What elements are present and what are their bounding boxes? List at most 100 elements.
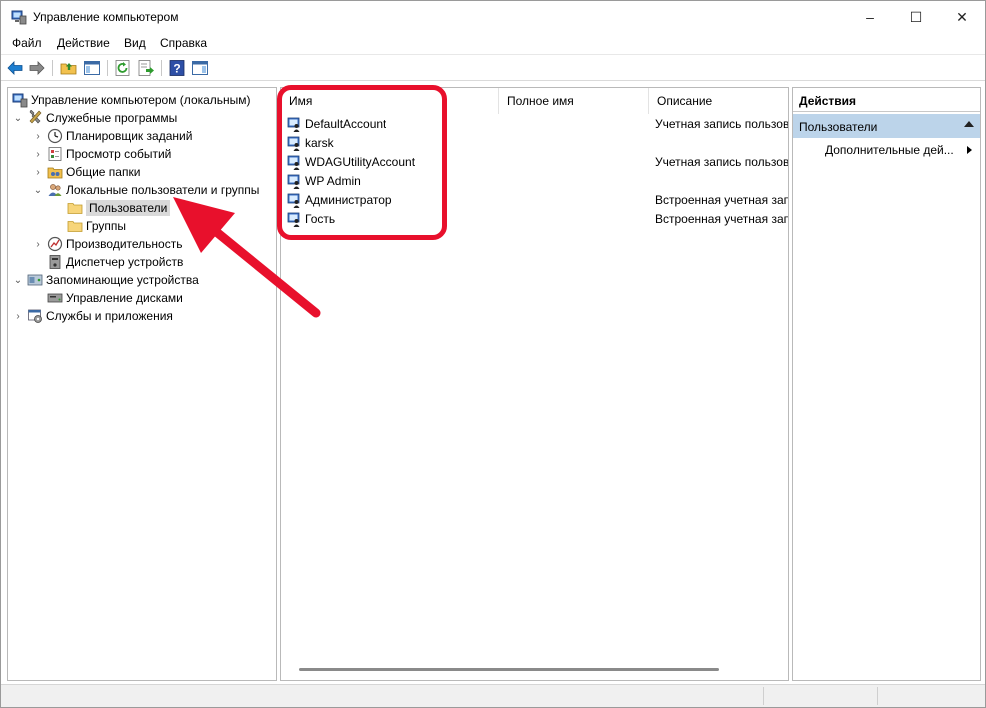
tree-label: Пользователи	[86, 200, 171, 216]
column-header-name[interactable]: Имя	[281, 88, 499, 114]
tree-item-storage[interactable]: ⌄ Запоминающие устройства	[12, 271, 199, 289]
shared-folder-icon	[47, 167, 63, 179]
chevron-right-icon[interactable]: ›	[12, 310, 24, 322]
menu-bar: Файл Действие Вид Справка	[1, 33, 985, 53]
show-hide-action-pane-icon[interactable]	[191, 59, 209, 77]
tree-label: Управление компьютером (локальным)	[31, 93, 251, 107]
export-list-icon[interactable]	[137, 59, 155, 77]
tree-label: Локальные пользователи и группы	[66, 183, 260, 197]
tree-item-users[interactable]: Пользователи	[67, 199, 171, 217]
chevron-right-icon[interactable]: ›	[32, 130, 44, 142]
user-icon	[287, 174, 300, 189]
performance-icon	[47, 236, 63, 252]
more-actions-item[interactable]: Дополнительные дей...	[793, 140, 980, 160]
user-description: Встроенная учетная запи	[655, 212, 788, 226]
column-header-full-name[interactable]: Полное имя	[499, 88, 649, 114]
tree-root[interactable]: Управление компьютером (локальным)	[12, 91, 251, 109]
users-list: Имя Полное имя Описание DefaultAccount У…	[280, 87, 789, 681]
minimize-button[interactable]: –	[847, 1, 893, 33]
user-icon	[287, 193, 300, 208]
show-hide-tree-icon[interactable]	[83, 59, 101, 77]
table-row[interactable]: WDAGUtilityAccount Учетная запись пользо…	[281, 153, 788, 172]
chevron-right-icon[interactable]: ›	[32, 148, 44, 160]
user-name: WDAGUtilityAccount	[305, 155, 416, 169]
toolbar-separator	[107, 60, 108, 76]
user-name: DefaultAccount	[305, 117, 387, 131]
chevron-down-icon[interactable]: ⌄	[12, 274, 24, 286]
table-row[interactable]: Гость Встроенная учетная запи	[281, 210, 788, 229]
tree-label: Управление дисками	[66, 291, 183, 305]
tree-label: Запоминающие устройства	[46, 273, 199, 287]
tools-icon	[29, 110, 42, 124]
user-description: Встроенная учетная запи	[655, 193, 788, 207]
tree-item-shared-folders[interactable]: › Общие папки	[32, 163, 140, 181]
toolbar-separator	[161, 60, 162, 76]
computer-management-icon	[12, 93, 28, 108]
actions-section-label: Пользователи	[799, 120, 878, 134]
user-icon	[287, 117, 300, 132]
user-name: karsk	[305, 136, 334, 150]
tree-item-system-tools[interactable]: ⌄ Служебные программы	[12, 109, 177, 127]
tree-label: Служебные программы	[46, 111, 178, 125]
table-row[interactable]: Администратор Встроенная учетная запи	[281, 191, 788, 210]
menu-action[interactable]: Действие	[57, 36, 110, 50]
tree-item-groups[interactable]: Группы	[67, 217, 126, 235]
chevron-down-icon[interactable]: ⌄	[12, 112, 24, 124]
tree-item-device-manager[interactable]: Диспетчер устройств	[47, 253, 183, 271]
up-folder-icon[interactable]	[60, 59, 78, 77]
tree-item-local-users-groups[interactable]: ⌄ Локальные пользователи и группы	[32, 181, 260, 199]
user-icon	[287, 155, 300, 170]
actions-header: Действия	[793, 88, 980, 112]
user-description: Учетная запись пользов	[655, 155, 788, 169]
tree-item-performance[interactable]: › Производительность	[32, 235, 182, 253]
column-header-description[interactable]: Описание	[649, 88, 788, 114]
svg-text:?: ?	[173, 62, 180, 76]
status-segment	[877, 687, 985, 705]
collapse-arrow-icon[interactable]	[964, 121, 974, 127]
close-icon: ✕	[956, 8, 968, 25]
chevron-right-icon[interactable]: ›	[32, 166, 44, 178]
tree-item-event-viewer[interactable]: › Просмотр событий	[32, 145, 171, 163]
tree-item-task-scheduler[interactable]: › Планировщик заданий	[32, 127, 192, 145]
title-bar: Управление компьютером – ☐ ✕	[1, 1, 985, 33]
disk-management-icon	[47, 293, 63, 303]
folder-icon	[67, 221, 83, 232]
maximize-button[interactable]: ☐	[893, 1, 939, 33]
forward-icon[interactable]	[28, 59, 46, 77]
menu-file[interactable]: Файл	[12, 36, 42, 50]
window-title: Управление компьютером	[33, 10, 179, 24]
menu-help[interactable]: Справка	[160, 36, 207, 50]
folder-icon	[67, 203, 83, 214]
users-group-icon	[48, 184, 62, 196]
menu-view[interactable]: Вид	[124, 36, 146, 50]
close-button[interactable]: ✕	[939, 1, 985, 33]
tree-label: Службы и приложения	[46, 309, 173, 323]
minimize-icon: –	[866, 9, 874, 25]
table-row[interactable]: WP Admin	[281, 172, 788, 191]
services-icon	[28, 309, 42, 323]
toolbar: ?	[1, 54, 985, 81]
help-icon[interactable]: ?	[168, 59, 186, 77]
back-icon[interactable]	[6, 59, 24, 77]
tree-label: Общие папки	[66, 165, 141, 179]
user-name: Администратор	[305, 193, 392, 207]
tree-label: Диспетчер устройств	[66, 255, 184, 269]
actions-section-users[interactable]: Пользователи	[793, 114, 980, 138]
status-segment	[763, 687, 877, 705]
more-actions-label: Дополнительные дей...	[825, 143, 954, 157]
actions-pane: Действия Пользователи Дополнительные дей…	[792, 87, 981, 681]
device-manager-icon	[49, 255, 61, 269]
horizontal-scrollbar[interactable]	[299, 668, 719, 671]
user-icon	[287, 136, 300, 151]
tree-item-services-apps[interactable]: › Службы и приложения	[12, 307, 173, 325]
chevron-right-icon[interactable]: ›	[32, 238, 44, 250]
table-row[interactable]: DefaultAccount Учетная запись пользов	[281, 115, 788, 134]
tree-label: Производительность	[66, 237, 183, 251]
computer-management-window: Управление компьютером – ☐ ✕ Файл Действ…	[0, 0, 986, 708]
tree-label: Группы	[86, 219, 126, 233]
chevron-down-icon[interactable]: ⌄	[32, 184, 44, 196]
console-tree: Управление компьютером (локальным) ⌄ Слу…	[7, 87, 277, 681]
table-row[interactable]: karsk	[281, 134, 788, 153]
tree-item-disk-management[interactable]: Управление дисками	[47, 289, 183, 307]
refresh-icon[interactable]	[114, 59, 132, 77]
